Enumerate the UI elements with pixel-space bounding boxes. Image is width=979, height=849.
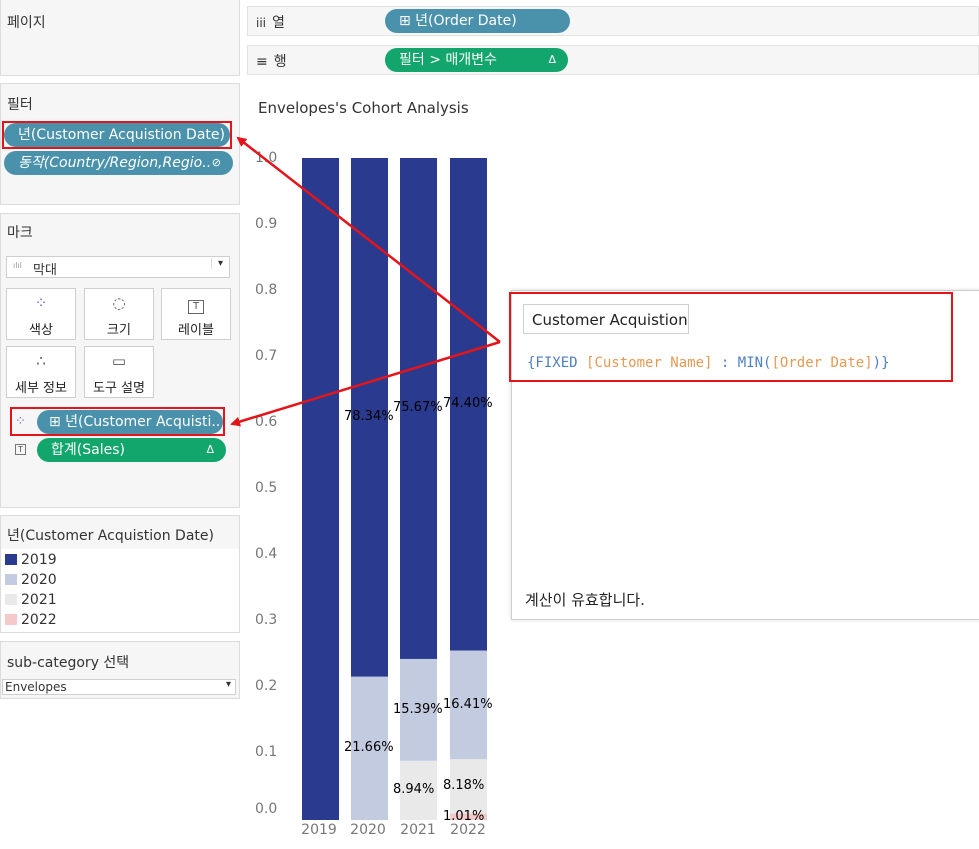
x-tick: 2020 <box>350 822 386 838</box>
filter-pill-action[interactable]: 동작(Country/Region,Regio.. ⊘ <box>4 151 233 175</box>
data-label: 8.94% <box>393 782 435 798</box>
bar-chart-icon: ılıl <box>13 261 22 270</box>
tooltip-button[interactable]: ▭ 도구 설명 <box>84 346 154 398</box>
legend-item-2022[interactable]: 2022 <box>5 612 57 628</box>
y-tick: 0.2 <box>255 678 278 694</box>
delta-icon: Δ <box>548 53 556 66</box>
columns-shelf-label: iii 열 <box>256 15 285 31</box>
marks-title: 마크 <box>7 225 33 241</box>
data-label: 78.34% <box>344 409 394 425</box>
y-tick: 0.7 <box>255 348 278 364</box>
y-tick: 0.3 <box>255 612 278 628</box>
detail-icon: ∴ <box>36 352 46 370</box>
y-tick: 0.1 <box>255 744 278 760</box>
y-tick: 0.5 <box>255 480 278 496</box>
y-tick: 0.4 <box>255 546 278 562</box>
size-icon: ◌ <box>112 294 126 312</box>
legend-item-2020[interactable]: 2020 <box>5 572 57 588</box>
marks-pill-sum-sales[interactable]: 합계(Sales) Δ <box>37 438 226 462</box>
data-label: 15.39% <box>393 701 443 717</box>
text-field-icon: T <box>15 444 26 455</box>
columns-pill-order-date[interactable]: ⊞ 년(Order Date) <box>385 9 570 33</box>
bar-segment-2019-2019[interactable] <box>302 158 339 820</box>
data-label: 1.01% <box>443 808 485 824</box>
legend-item-2021[interactable]: 2021 <box>5 592 57 608</box>
chevron-down-icon: ▾ <box>225 679 231 690</box>
mark-type-dropdown[interactable]: ılıl 막대 ▾ <box>6 256 230 278</box>
y-tick: 0.0 <box>255 801 278 817</box>
x-tick: 2021 <box>400 822 436 838</box>
data-label: 74.40% <box>443 396 493 412</box>
x-tick: 2022 <box>450 822 486 838</box>
parameter-select[interactable]: Envelopes ▾ <box>2 679 236 695</box>
chevron-down-icon: ▾ <box>211 258 229 269</box>
y-tick: 0.6 <box>255 414 278 430</box>
data-label: 16.41% <box>443 696 493 712</box>
color-button[interactable]: ⁘ 색상 <box>6 288 76 340</box>
legend-item-2019[interactable]: 2019 <box>5 552 57 568</box>
arrow-to-filter <box>236 136 501 343</box>
rows-icon: ≡ <box>256 54 268 70</box>
y-tick: 1.0 <box>255 150 278 166</box>
pages-title: 페이지 <box>7 15 46 31</box>
mark-type-value: 막대 <box>33 263 57 278</box>
columns-icon: iii <box>256 16 267 30</box>
highlight-filter <box>2 121 232 149</box>
tooltip-icon: ▭ <box>111 352 127 370</box>
link-icon: ⊘ <box>211 156 221 169</box>
text-icon: T <box>162 295 230 314</box>
data-label: 8.18% <box>443 778 485 794</box>
parameter-title: sub-category 선택 <box>7 655 130 671</box>
columns-shelf[interactable]: iii 열 ⊞ 년(Order Date) <box>247 6 979 36</box>
highlight-marks-pill <box>10 407 225 436</box>
detail-button[interactable]: ∴ 세부 정보 <box>6 346 76 398</box>
label-button[interactable]: T 레이블 <box>161 288 231 340</box>
chart-title: Envelopes's Cohort Analysis <box>258 99 469 117</box>
legend-list: 2019 2020 2021 2022 <box>1 549 239 632</box>
highlight-calc-editor <box>509 292 953 382</box>
rows-shelf[interactable]: ≡ 행 필터 > 매개변수 Δ <box>247 45 979 75</box>
delta-icon: Δ <box>206 443 214 456</box>
parameter-value: Envelopes <box>5 680 67 694</box>
x-tick: 2019 <box>301 822 337 838</box>
size-button[interactable]: ◌ 크기 <box>84 288 154 340</box>
data-label: 21.66% <box>344 740 394 756</box>
data-label: 75.67% <box>393 400 443 416</box>
calc-status: 계산이 유효합니다. <box>525 591 645 609</box>
y-tick: 0.9 <box>255 216 278 232</box>
legend-title: 년(Customer Acquistion Date) <box>7 528 214 544</box>
filters-title: 필터 <box>7 97 33 113</box>
color-icon: ⁘ <box>34 294 48 312</box>
pages-panel: 페이지 <box>0 0 240 76</box>
rows-shelf-label: ≡ 행 <box>256 54 287 70</box>
rows-pill-filter-param[interactable]: 필터 > 매개변수 Δ <box>385 48 568 72</box>
y-tick: 0.8 <box>255 282 278 298</box>
